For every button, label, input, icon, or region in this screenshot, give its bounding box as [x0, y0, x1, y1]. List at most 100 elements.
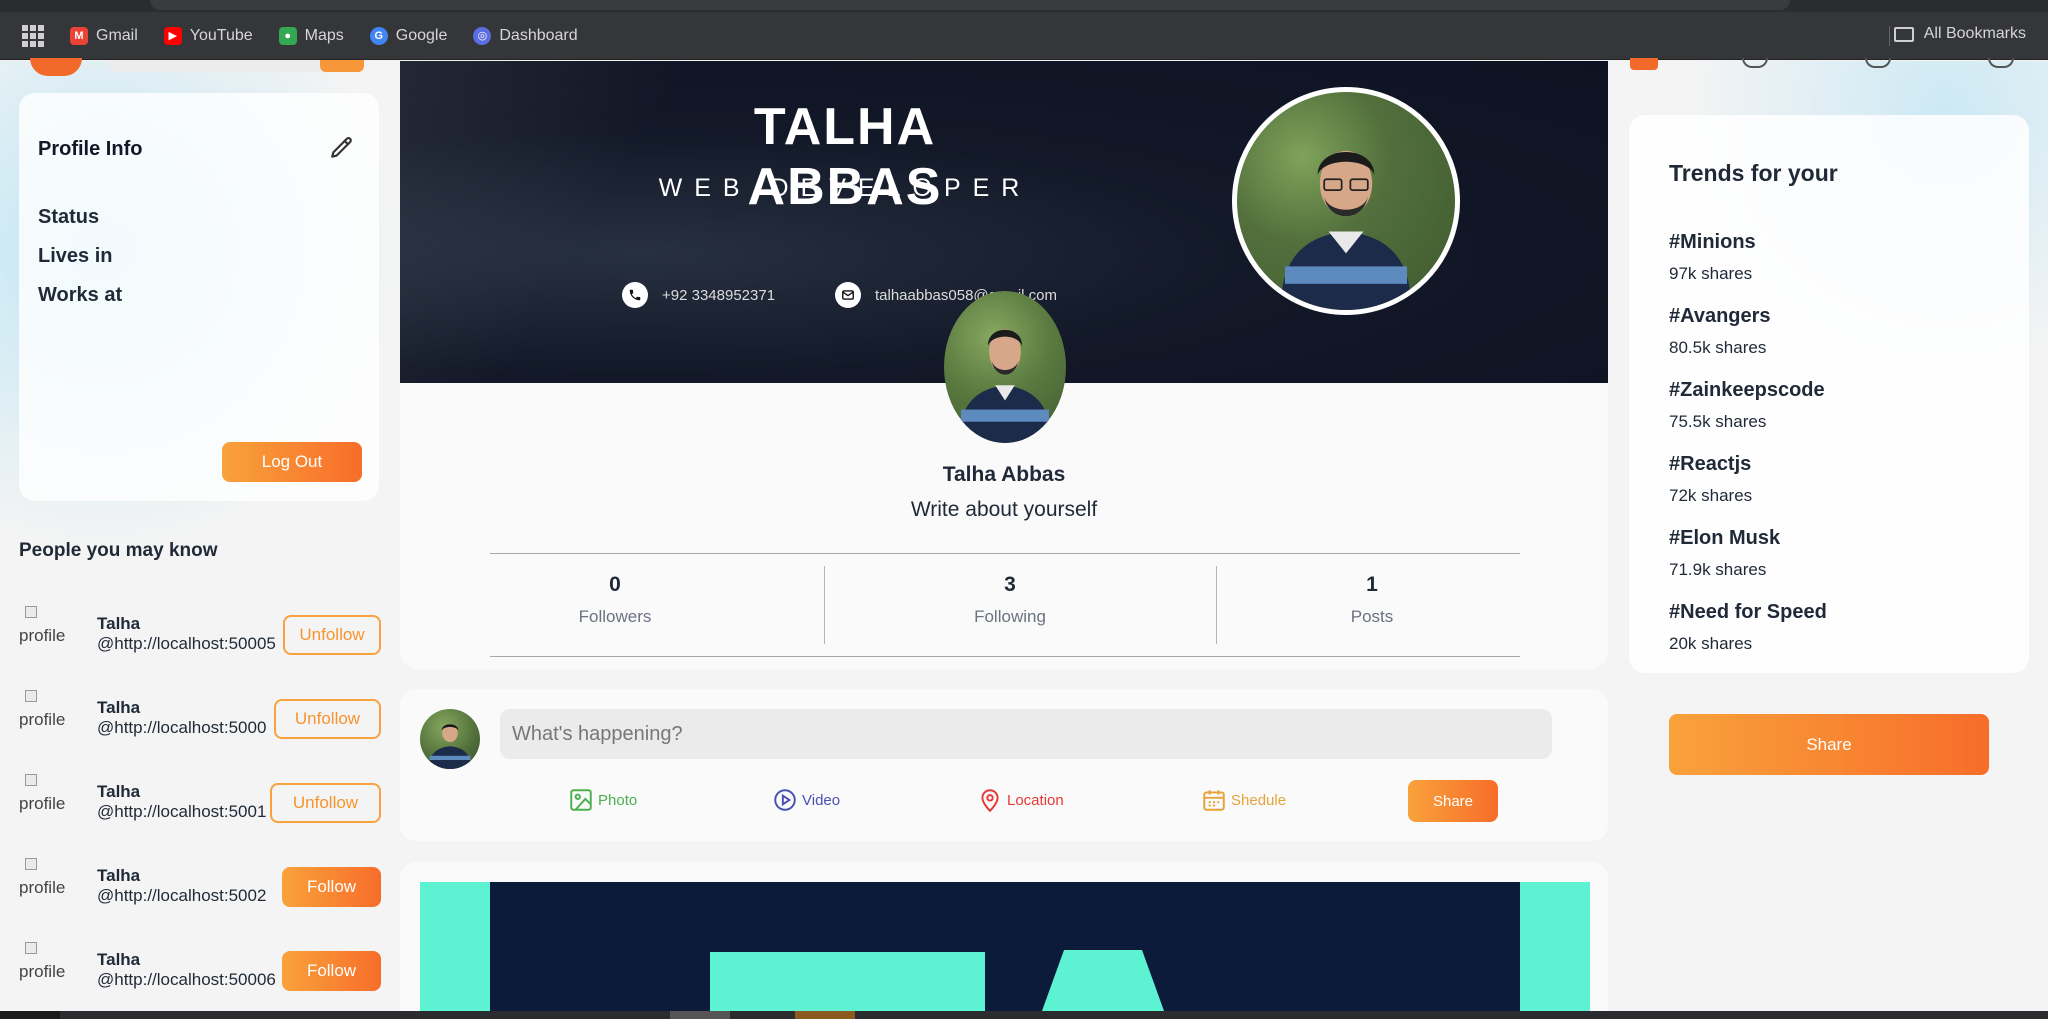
- feed-post-card: [400, 862, 1608, 1019]
- follow-button[interactable]: Follow: [282, 867, 381, 907]
- post-image[interactable]: [420, 882, 1590, 1019]
- pencil-icon[interactable]: [329, 135, 355, 161]
- broken-image-icon: [25, 774, 37, 786]
- follow-button[interactable]: Follow: [282, 951, 381, 991]
- person-row: profile Talha @http://localhost:5001 Unf…: [19, 774, 381, 830]
- profile-name: Talha Abbas: [942, 463, 1066, 486]
- following-stat[interactable]: 3 Following: [945, 573, 1075, 627]
- person-row: profile Talha @http://localhost:50006 Fo…: [19, 942, 381, 998]
- person-avatar: profile: [19, 606, 71, 646]
- bookmarks-bar: M Gmail ▶ YouTube ● Maps G Google ◎ Dashboard…: [0, 12, 2048, 60]
- person-username: @http://localhost:5000: [97, 718, 267, 737]
- trend-item[interactable]: #Minions 97k shares: [1669, 231, 1756, 284]
- broken-image-icon: [25, 942, 37, 954]
- logout-button[interactable]: Log Out: [222, 442, 362, 482]
- broken-image-icon: [25, 858, 37, 870]
- person-row: profile Talha @http://localhost:5002 Fol…: [19, 858, 381, 914]
- omnibox-edge: [150, 0, 1790, 10]
- post-composer: Photo Video Location Shedule Share: [400, 689, 1608, 841]
- composer-avatar-art: [429, 724, 471, 769]
- posts-stat[interactable]: 1 Posts: [1332, 573, 1412, 627]
- post-share-button[interactable]: Share: [1408, 780, 1498, 822]
- messages-icon[interactable]: [1988, 58, 2014, 68]
- person-name: Talha: [97, 950, 141, 969]
- person-name: Talha: [97, 782, 141, 801]
- phone-icon: [622, 282, 648, 308]
- trend-item[interactable]: #Avangers 80.5k shares: [1669, 305, 1771, 358]
- lives-in-label: Lives in: [38, 245, 113, 267]
- unfollow-button[interactable]: Unfollow: [270, 783, 381, 823]
- home-icon[interactable]: [1630, 58, 1658, 70]
- schedule-option[interactable]: Shedule: [1201, 787, 1286, 813]
- trends-title: Trends for your: [1669, 160, 1838, 186]
- bookmark-youtube[interactable]: ▶ YouTube: [163, 26, 253, 45]
- bookmark-google[interactable]: G Google: [369, 26, 447, 45]
- apps-grid-icon[interactable]: [22, 24, 44, 47]
- dashboard-icon: ◎: [473, 26, 492, 45]
- person-username: @http://localhost:50005: [97, 634, 276, 653]
- person-username: @http://localhost:50006: [97, 970, 276, 989]
- image-icon: [570, 789, 592, 811]
- trend-item[interactable]: #Zainkeepscode 75.5k shares: [1669, 379, 1825, 432]
- notifications-icon[interactable]: [1865, 58, 1891, 68]
- avatar-art: [958, 329, 1052, 443]
- composer-avatar: [420, 709, 480, 769]
- unfollow-button[interactable]: Unfollow: [274, 699, 381, 739]
- browser-tab-strip: [0, 0, 2048, 12]
- portrait-art: [1280, 150, 1412, 310]
- youtube-icon: ▶: [163, 26, 182, 45]
- whats-happening-input[interactable]: [500, 709, 1552, 759]
- person-avatar: profile: [19, 690, 71, 730]
- profile-bio: Write about yourself: [910, 498, 1098, 521]
- google-icon: G: [369, 26, 388, 45]
- search-bar[interactable]: [108, 60, 364, 72]
- settings-icon[interactable]: [1742, 58, 1768, 68]
- calendar-icon: [1203, 790, 1225, 811]
- profile-info-card: Profile Info Status Lives in Works at Lo…: [19, 93, 379, 501]
- broken-image-icon: [25, 606, 37, 618]
- mail-icon: [835, 282, 861, 308]
- taskbar-strip: [0, 1011, 2048, 1019]
- person-avatar: profile: [19, 858, 71, 898]
- gmail-icon: M: [70, 26, 88, 45]
- video-option[interactable]: Video: [772, 787, 840, 813]
- photo-option[interactable]: Photo: [568, 787, 637, 813]
- banner-phone: +92 3348952371: [622, 282, 775, 308]
- trend-item[interactable]: #Need for Speed 20k shares: [1669, 601, 1827, 654]
- bookmark-maps[interactable]: ● Maps: [278, 26, 344, 45]
- trend-item[interactable]: #Elon Musk 71.9k shares: [1669, 527, 1780, 580]
- profile-info-title: Profile Info: [38, 138, 143, 160]
- person-avatar: profile: [19, 774, 71, 814]
- trends-share-button[interactable]: Share: [1669, 714, 1989, 775]
- followers-stat[interactable]: 0 Followers: [550, 573, 680, 627]
- all-bookmarks-button[interactable]: All Bookmarks: [1893, 25, 2026, 43]
- folder-icon: [1893, 26, 1914, 42]
- map-pin-icon: [981, 789, 999, 813]
- person-username: @http://localhost:5001: [97, 802, 267, 821]
- unfollow-button[interactable]: Unfollow: [283, 615, 381, 655]
- banner-portrait: [1232, 87, 1460, 315]
- trend-item[interactable]: #Reactjs 72k shares: [1669, 453, 1752, 506]
- stats-divider-bottom: [490, 656, 1520, 657]
- bookmarks-separator: [1889, 26, 1890, 46]
- stats-divider-top: [490, 553, 1520, 554]
- banner-role: WEB DEVELOPER: [658, 174, 1032, 202]
- status-label: Status: [38, 206, 100, 228]
- person-row: profile Talha @http://localhost:5000 Unf…: [19, 690, 381, 746]
- search-button[interactable]: [320, 60, 364, 72]
- bookmark-gmail[interactable]: M Gmail: [70, 26, 138, 45]
- works-at-label: Works at: [38, 284, 123, 306]
- bookmark-dashboard[interactable]: ◎ Dashboard: [473, 26, 578, 45]
- person-name: Talha: [97, 698, 141, 717]
- person-username: @http://localhost:5002: [97, 886, 267, 905]
- person-name: Talha: [97, 614, 141, 633]
- profile-avatar[interactable]: [944, 291, 1066, 443]
- person-name: Talha: [97, 866, 141, 885]
- person-row: profile Talha @http://localhost:50005 Un…: [19, 606, 381, 662]
- location-option[interactable]: Location: [977, 787, 1064, 813]
- play-circle-icon: [774, 789, 796, 811]
- broken-image-icon: [25, 690, 37, 702]
- top-nav-icons: [1630, 58, 2030, 70]
- people-you-may-know-title: People you may know: [19, 540, 218, 561]
- maps-icon: ●: [278, 26, 297, 45]
